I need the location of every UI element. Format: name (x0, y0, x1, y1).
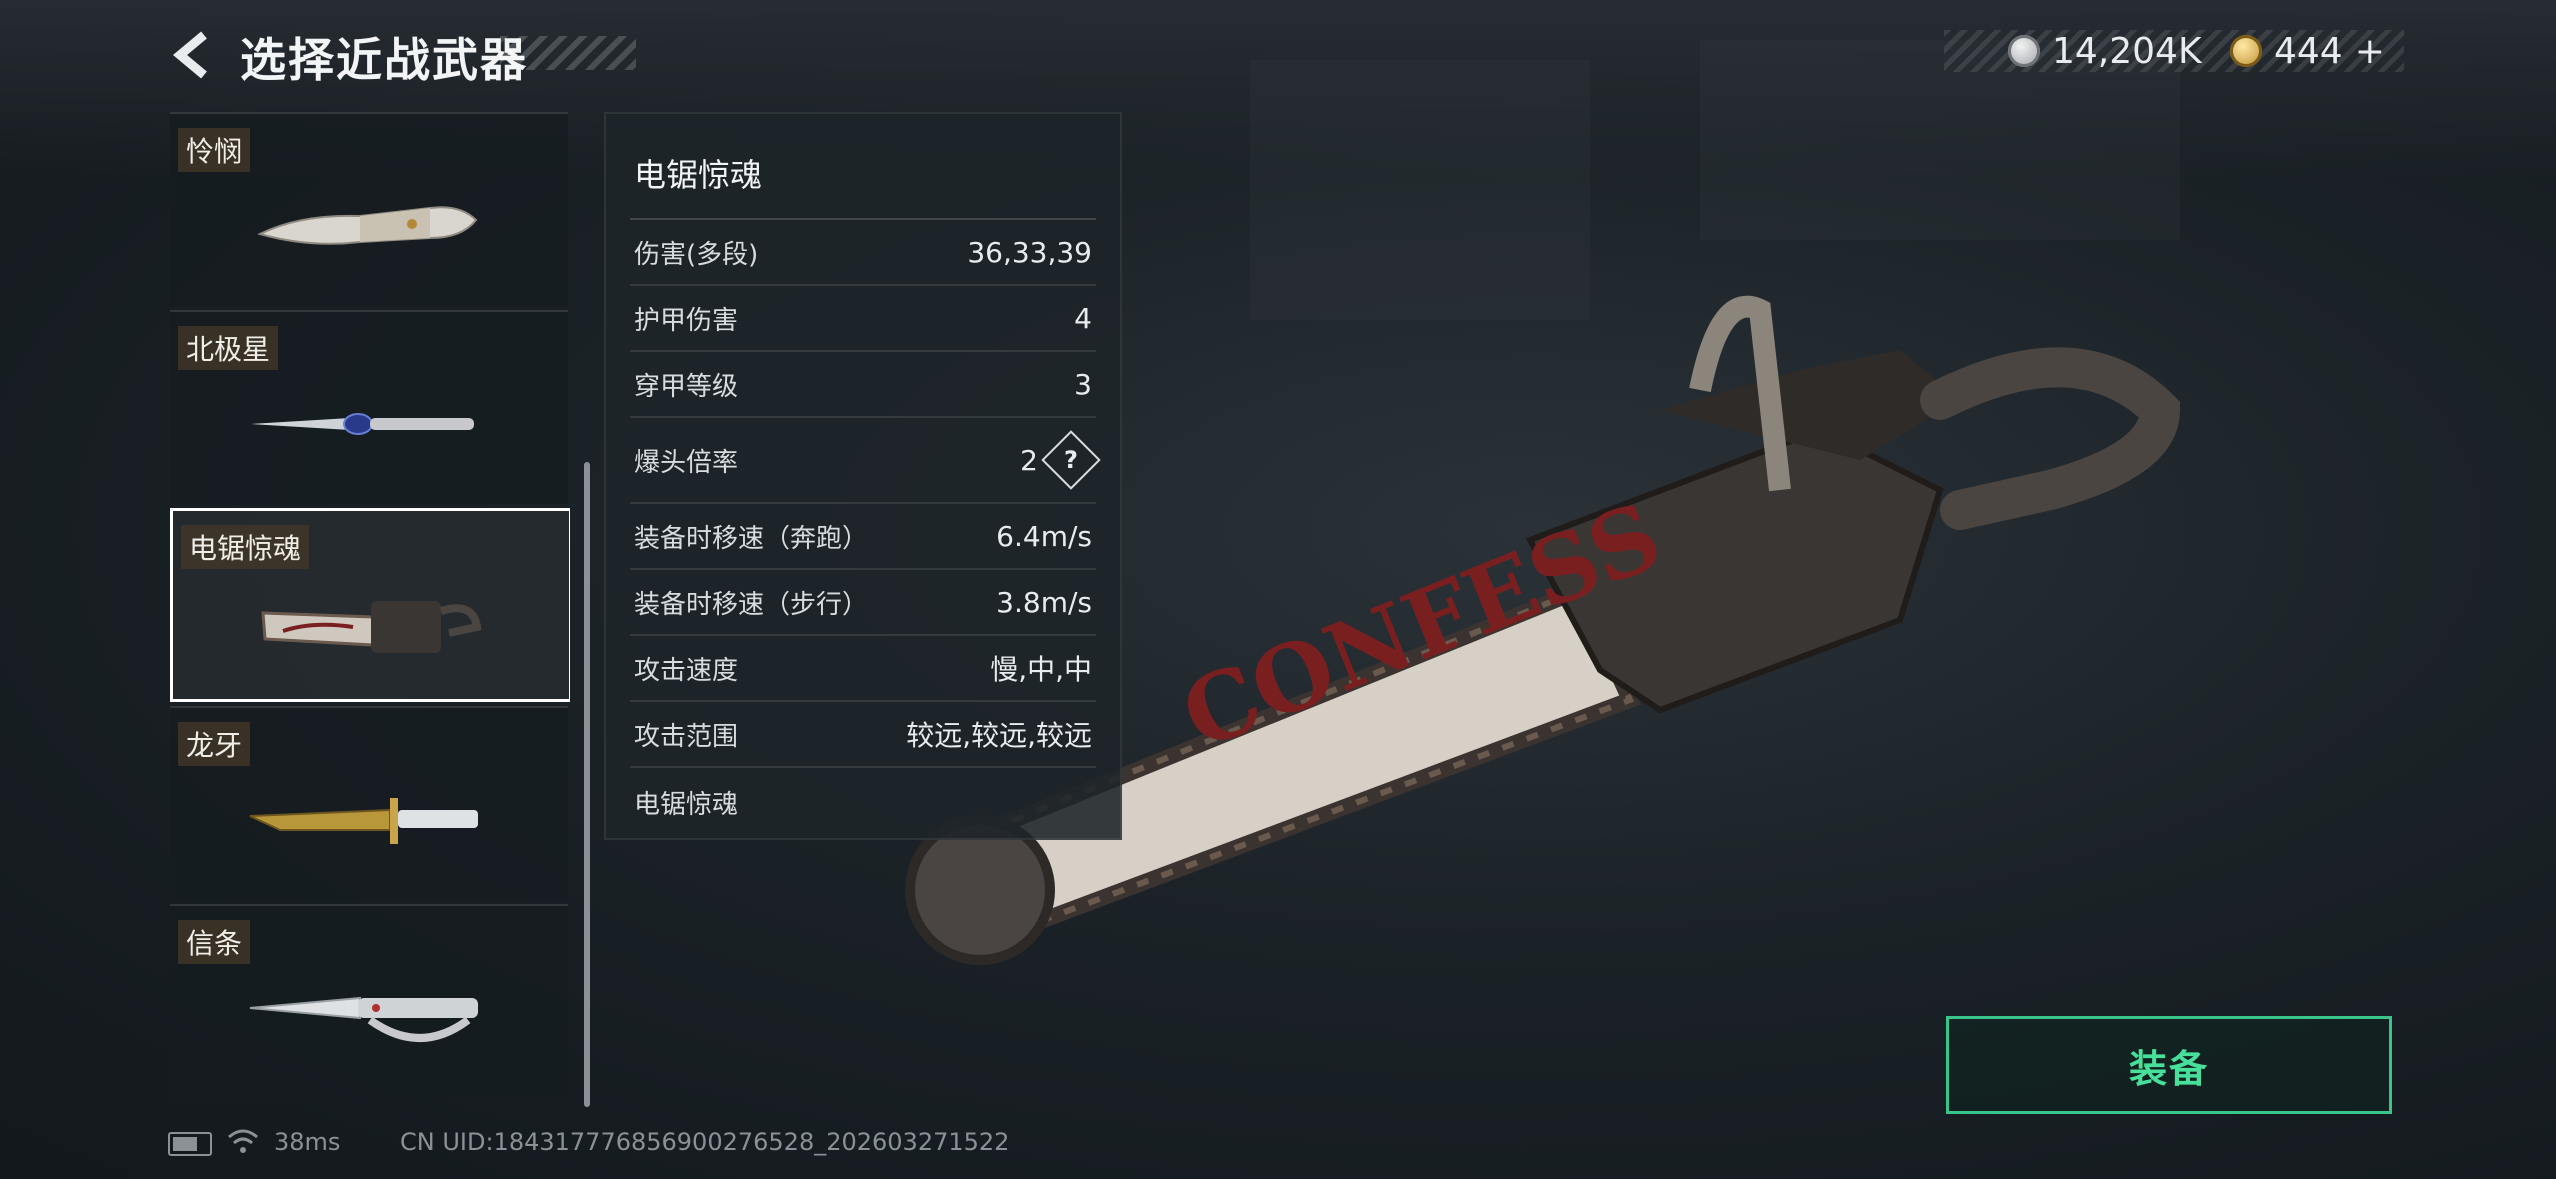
stat-label: 穿甲等级 (634, 371, 739, 402)
stat-label: 装备时移速（奔跑） (634, 523, 869, 554)
gold-amount: 444 (2274, 30, 2343, 72)
stat-label: 装备时移速（步行） (634, 589, 869, 620)
trench-knife-icon (249, 996, 478, 1042)
stat-row-headshot: 爆头倍率 2 ? (630, 418, 1101, 504)
stat-value: 6.4m/s (996, 519, 1092, 553)
help-glyph: ? (1064, 445, 1078, 474)
stat-value: 4 (1074, 301, 1092, 335)
help-icon[interactable]: ? (1041, 430, 1101, 490)
weapon-card[interactable]: 北极星 (170, 310, 568, 504)
chainsaw-icon (261, 601, 482, 653)
stat-row-walk-speed: 装备时移速（步行） 3.8m/s (630, 570, 1096, 636)
chevron-left-icon (172, 31, 207, 79)
stat-value: 3.8m/s (996, 585, 1092, 619)
weapon-description: 电锯惊魂 (634, 790, 739, 820)
stat-label: 护甲伤害 (634, 305, 739, 336)
title-decoration (500, 36, 636, 70)
equip-button[interactable]: 装备 (1946, 1016, 2392, 1114)
silver-amount: 14,204K (2052, 30, 2202, 72)
stat-label: 伤害(多段) (634, 239, 759, 270)
knife-icon (257, 206, 478, 245)
stat-value: 较远,较远,较远 (906, 719, 1092, 752)
silver-coin-icon (2008, 35, 2040, 67)
wifi-icon (228, 1129, 258, 1153)
back-button[interactable] (164, 30, 220, 80)
panel-title: 电锯惊魂 (634, 156, 763, 194)
gold-currency[interactable]: 444 + (2230, 30, 2385, 72)
stat-label: 爆头倍率 (634, 447, 739, 478)
battery-level (173, 1137, 197, 1151)
background-shape (1250, 60, 1590, 320)
weapon-card[interactable]: 怜悯 (170, 112, 568, 306)
bayonet-icon (249, 798, 478, 844)
dagger-icon (250, 413, 474, 435)
stat-value: 2 (1020, 443, 1038, 477)
stat-row-damage: 伤害(多段) 36,33,39 (630, 220, 1096, 286)
page-title: 选择近战武器 (240, 33, 528, 87)
silver-currency[interactable]: 14,204K (2008, 30, 2202, 72)
gold-coin-icon (2230, 35, 2262, 67)
stat-row-armor-damage: 护甲伤害 4 (630, 286, 1096, 352)
stat-value-with-help: 2 ? (1020, 430, 1101, 490)
stat-row-attack-range: 攻击范围 较远,较远,较远 (630, 702, 1096, 768)
stat-label: 攻击范围 (634, 721, 739, 752)
weapon-card-selected[interactable]: 电锯惊魂 (170, 508, 570, 702)
stat-row-run-speed: 装备时移速（奔跑） 6.4m/s (630, 504, 1096, 570)
stat-value: 3 (1074, 367, 1092, 401)
stat-value: 慢,中,中 (990, 653, 1092, 686)
ping-text: 38ms (274, 1128, 341, 1156)
weapon-list[interactable]: 怜悯 北极星 电锯惊魂 龙牙 信条 (170, 112, 570, 1107)
uid-text: CN UID:184317776856900276528_20260327152… (400, 1128, 1010, 1156)
stat-value: 36,33,39 (967, 235, 1092, 269)
weapon-card[interactable]: 龙牙 (170, 706, 568, 900)
stat-row-penetration: 穿甲等级 3 (630, 352, 1096, 418)
stat-row-attack-speed: 攻击速度 慢,中,中 (630, 636, 1096, 702)
list-scrollbar[interactable] (584, 462, 590, 1107)
weapon-stats-panel: 电锯惊魂 伤害(多段) 36,33,39 护甲伤害 4 穿甲等级 3 爆头倍率 … (604, 112, 1122, 840)
add-currency-button[interactable]: + (2355, 31, 2385, 72)
stat-label: 攻击速度 (634, 655, 739, 686)
weapon-card[interactable]: 信条 (170, 904, 568, 1098)
battery-icon (168, 1132, 212, 1156)
equip-button-label: 装备 (2128, 1046, 2209, 1091)
